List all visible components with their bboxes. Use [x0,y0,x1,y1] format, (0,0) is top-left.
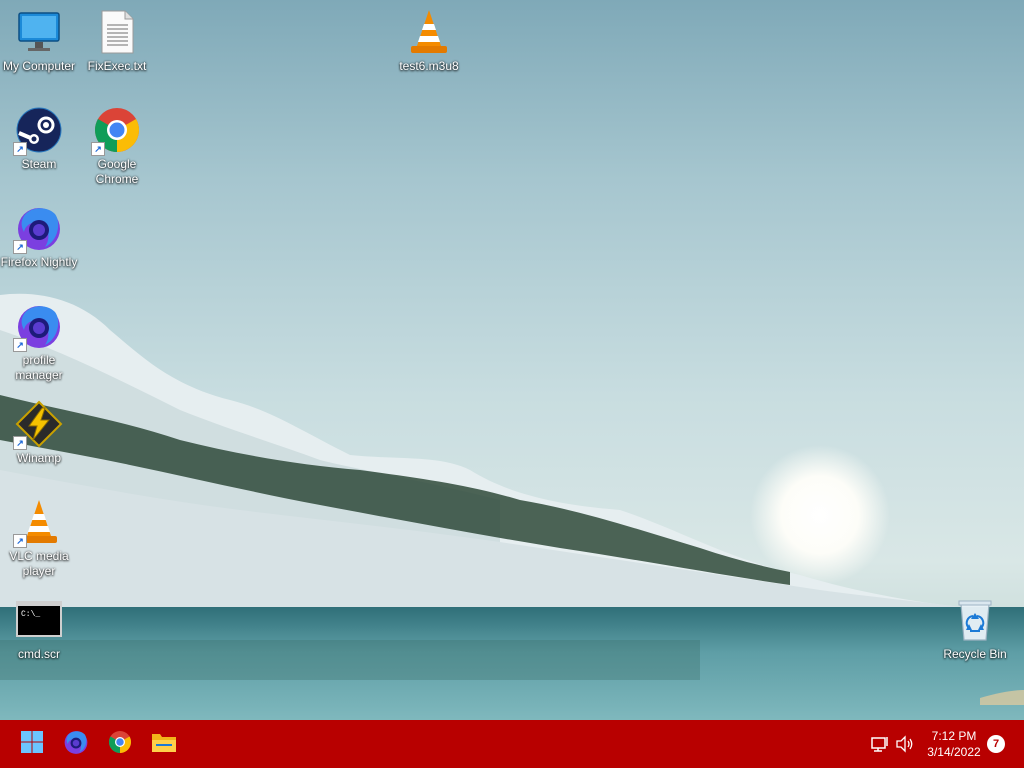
shortcut-arrow-icon: ↗ [13,338,27,352]
svg-text:C:\_: C:\_ [21,610,40,619]
desktop-icon-label: VLC media player [9,549,69,578]
desktop-icon-label: FixExec.txt [87,59,147,73]
windows-start-icon [20,730,44,759]
desktop-icon-profile-manager[interactable]: ↗ profile manager [0,302,78,383]
monitor-icon [15,8,63,56]
shortcut-arrow-icon: ↗ [13,142,27,156]
desktop-icon-label: Google Chrome [95,157,139,186]
taskbar-file-explorer-button[interactable] [146,726,182,762]
desktop-icon-fixexec-txt[interactable]: FixExec.txt [78,8,156,74]
taskbar: 7:12 PM 3/14/2022 7 [0,720,1024,768]
desktop-icon-test6-m3u8[interactable]: test6.m3u8 [390,8,468,74]
shortcut-arrow-icon: ↗ [91,142,105,156]
vlc-cone-icon [405,8,453,56]
desktop-icon-label: cmd.scr [18,647,60,661]
taskbar-firefox-button[interactable] [58,726,94,762]
speaker-icon[interactable] [895,734,915,754]
clock-date: 3/14/2022 [927,745,981,759]
desktop-icon-label: Recycle Bin [943,647,1007,661]
desktop-icon-vlc-media-player[interactable]: ↗ VLC media player [0,498,78,579]
desktop-icon-label: My Computer [2,59,76,73]
chrome-icon [108,730,132,759]
shortcut-arrow-icon: ↗ [13,436,27,450]
desktop-icon-google-chrome[interactable]: ↗ Google Chrome [78,106,156,187]
desktop: My Computer FixExec.txt test6.m3u8 ↗ Ste… [0,0,1024,720]
desktop-icon-cmd-scr[interactable]: C:\_ cmd.scr [0,596,78,662]
chrome-icon: ↗ [91,106,141,156]
shortcut-arrow-icon: ↗ [13,240,27,254]
shortcut-arrow-icon: ↗ [13,534,27,548]
firefox-nightly-icon: ↗ [13,302,63,352]
folder-icon [151,730,177,759]
notification-badge[interactable]: 7 [987,735,1005,753]
desktop-icon-label: profile manager [15,353,63,382]
firefox-nightly-icon: ↗ [13,204,63,254]
recycle-bin-icon [951,596,999,644]
desktop-icon-label: Steam [21,157,57,171]
start-button[interactable] [14,726,50,762]
desktop-icon-steam[interactable]: ↗ Steam [0,106,78,172]
clock-time: 7:12 PM [931,729,977,743]
network-icon[interactable] [870,734,890,754]
desktop-icon-label: Winamp [16,451,61,465]
desktop-icon-recycle-bin[interactable]: Recycle Bin [936,596,1014,662]
winamp-icon: ↗ [13,400,63,450]
desktop-icon-my-computer[interactable]: My Computer [0,8,78,74]
desktop-icon-label: Firefox Nightly [0,255,78,269]
desktop-icon-winamp[interactable]: ↗ Winamp [0,400,78,466]
desktop-icon-label: test6.m3u8 [399,59,459,73]
text-file-icon [93,8,141,56]
vlc-cone-icon: ↗ [13,498,63,548]
steam-icon: ↗ [13,106,63,156]
firefox-icon [63,729,89,760]
cmd-icon: C:\_ [15,596,63,644]
taskbar-chrome-button[interactable] [102,726,138,762]
desktop-icon-firefox-nightly[interactable]: ↗ Firefox Nightly [0,204,78,270]
taskbar-clock[interactable]: 7:12 PM 3/14/2022 [920,728,988,760]
